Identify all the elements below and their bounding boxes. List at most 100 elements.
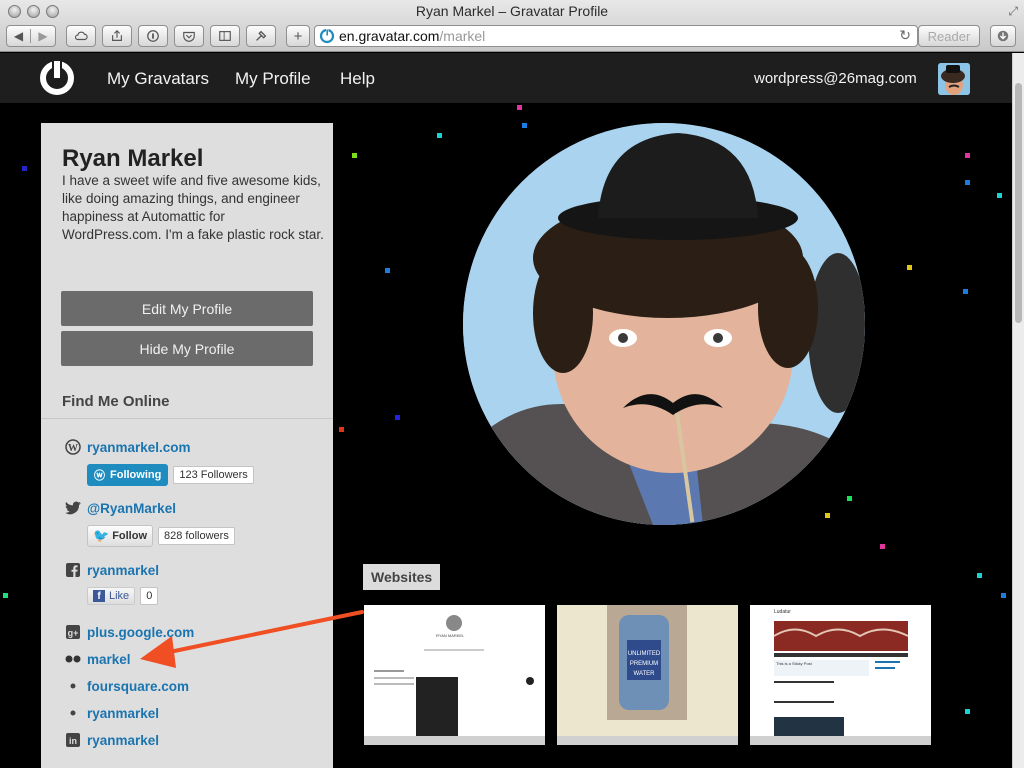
- find-me-online-heading: Find Me Online: [62, 393, 170, 410]
- nav-my-profile[interactable]: My Profile: [235, 69, 311, 89]
- svg-text:PREMIUM: PREMIUM: [630, 661, 658, 667]
- keyhole-icon: [147, 30, 159, 42]
- address-bar[interactable]: en.gravatar.com/markel ↻: [314, 25, 918, 47]
- 1password-button[interactable]: [138, 25, 168, 47]
- window-title: Ryan Markel – Gravatar Profile: [415, 3, 609, 19]
- icloud-tabs-button[interactable]: [66, 25, 96, 47]
- google-plus-icon: g+: [65, 624, 81, 640]
- forward-icon[interactable]: ▶: [31, 29, 55, 43]
- share-button[interactable]: [102, 25, 132, 47]
- flickr-icon: [65, 651, 81, 667]
- website-thumbnail-title: RYAN MARKEL: [436, 633, 465, 638]
- website-thumbnail[interactable]: UNLIMITED PREMIUM WATER: [557, 605, 738, 745]
- twitter-icon: [65, 500, 81, 516]
- nav-my-gravatars[interactable]: My Gravatars: [107, 69, 209, 89]
- account-google-plus[interactable]: g+ plus.google.com: [65, 624, 194, 640]
- account-foursquare[interactable]: foursquare.com: [65, 678, 189, 694]
- wordpress-icon: ⓦ: [94, 470, 105, 482]
- profile-photo: [463, 123, 865, 525]
- website-thumbnail[interactable]: Ludatur This is a Sticky Post: [750, 605, 931, 745]
- share-icon: [112, 29, 122, 41]
- account-twitter[interactable]: @RyanMarkel: [65, 500, 176, 516]
- websites-heading: Websites: [363, 564, 441, 590]
- facebook-like-button[interactable]: f Like: [87, 587, 136, 605]
- facebook-icon: [65, 562, 81, 578]
- pocket-icon: [183, 31, 195, 42]
- profile-stage: Ryan Markel I have a sweet wife and five…: [0, 103, 1012, 768]
- account-link[interactable]: ryanmarkel: [87, 706, 159, 721]
- pocket-button[interactable]: [174, 25, 204, 47]
- back-icon[interactable]: ◀: [7, 29, 31, 43]
- cloud-icon: [74, 31, 88, 41]
- wordpress-following-button[interactable]: ⓦ Following: [87, 464, 169, 486]
- hammer-icon: [256, 30, 267, 41]
- gravatar-logo-icon[interactable]: [38, 59, 76, 97]
- twitter-follow-widget: 🐦 Follow 828 followers: [87, 525, 235, 547]
- website-thumbnail[interactable]: RYAN MARKEL: [364, 605, 545, 745]
- wordpress-icon: W: [65, 439, 81, 455]
- account-email[interactable]: wordpress@26mag.com: [754, 70, 917, 87]
- url-domain: en.gravatar.com: [339, 28, 440, 44]
- avatar[interactable]: [938, 63, 970, 95]
- twitter-follow-label: Follow: [112, 530, 148, 542]
- account-link[interactable]: foursquare.com: [87, 679, 189, 694]
- account-other[interactable]: ryanmarkel: [65, 705, 159, 721]
- wordpress-follow-widget: ⓦ Following 123 Followers: [87, 464, 254, 486]
- facebook-f-icon: f: [93, 590, 105, 602]
- twitter-follow-button[interactable]: 🐦 Follow: [87, 525, 154, 547]
- twitter-bird-icon: 🐦: [93, 528, 110, 543]
- website-thumbnail-title: Ludatur: [774, 609, 791, 615]
- page-title: Ryan Markel: [62, 145, 204, 172]
- facebook-like-widget: f Like 0: [87, 587, 159, 605]
- page-scrollbar[interactable]: [1012, 53, 1024, 768]
- svg-text:WATER: WATER: [634, 671, 656, 677]
- svg-text:W: W: [68, 443, 78, 454]
- wordpress-following-label: Following: [110, 469, 162, 481]
- account-link[interactable]: ryanmarkel: [87, 733, 159, 748]
- scrollbar-thumb[interactable]: [1015, 83, 1022, 323]
- sidebar-button[interactable]: [210, 25, 240, 47]
- browser-titlebar: Ryan Markel – Gravatar Profile ⤢ ◀ ▶ + e…: [0, 0, 1024, 52]
- account-facebook[interactable]: ryanmarkel: [65, 562, 159, 578]
- account-flickr[interactable]: markel: [65, 651, 131, 667]
- wordpress-followers-count: 123 Followers: [173, 466, 254, 484]
- svg-text:g+: g+: [68, 628, 79, 638]
- facebook-like-count: 0: [140, 587, 159, 605]
- website-thumbnail-post: This is a Sticky Post: [776, 661, 812, 666]
- new-tab-button[interactable]: +: [286, 25, 310, 47]
- account-link[interactable]: plus.google.com: [87, 625, 194, 640]
- url-path: /markel: [439, 28, 486, 44]
- reader-button[interactable]: Reader: [918, 25, 980, 47]
- account-linkedin[interactable]: in ryanmarkel: [65, 732, 159, 748]
- sidebar-icon: [219, 31, 231, 41]
- nav-help[interactable]: Help: [340, 69, 375, 89]
- download-icon: [997, 30, 1009, 42]
- account-link[interactable]: markel: [87, 652, 131, 667]
- twitter-followers-count: 828 followers: [158, 527, 235, 545]
- reload-icon[interactable]: ↻: [899, 27, 911, 44]
- svg-text:UNLIMITED: UNLIMITED: [628, 651, 661, 657]
- hide-profile-button[interactable]: Hide My Profile: [61, 331, 313, 366]
- profile-sidebar: Ryan Markel I have a sweet wife and five…: [41, 123, 333, 768]
- thumbnail-caption-bar: [557, 736, 738, 745]
- dot-icon: [65, 705, 81, 721]
- account-wordpress[interactable]: W ryanmarkel.com: [65, 439, 191, 455]
- account-link[interactable]: ryanmarkel: [87, 563, 159, 578]
- facebook-like-label: Like: [109, 590, 130, 602]
- account-link[interactable]: ryanmarkel.com: [87, 440, 191, 455]
- svg-text:in: in: [69, 736, 77, 746]
- divider: [41, 418, 333, 419]
- thumbnail-caption-bar: [364, 736, 545, 745]
- downloads-button[interactable]: [990, 25, 1016, 47]
- dot-icon: [65, 678, 81, 694]
- fullscreen-icon[interactable]: ⤢: [1008, 4, 1018, 19]
- thumbnail-caption-bar: [750, 736, 931, 745]
- tools-button[interactable]: [246, 25, 276, 47]
- gravatar-favicon-icon: [319, 28, 335, 44]
- account-link[interactable]: @RyanMarkel: [87, 501, 176, 516]
- edit-profile-button[interactable]: Edit My Profile: [61, 291, 313, 326]
- back-forward-buttons[interactable]: ◀ ▶: [6, 25, 56, 47]
- linkedin-icon: in: [65, 732, 81, 748]
- gravatar-navbar: My Gravatars My Profile Help wordpress@2…: [0, 53, 1012, 103]
- profile-bio: I have a sweet wife and five awesome kid…: [62, 173, 324, 242]
